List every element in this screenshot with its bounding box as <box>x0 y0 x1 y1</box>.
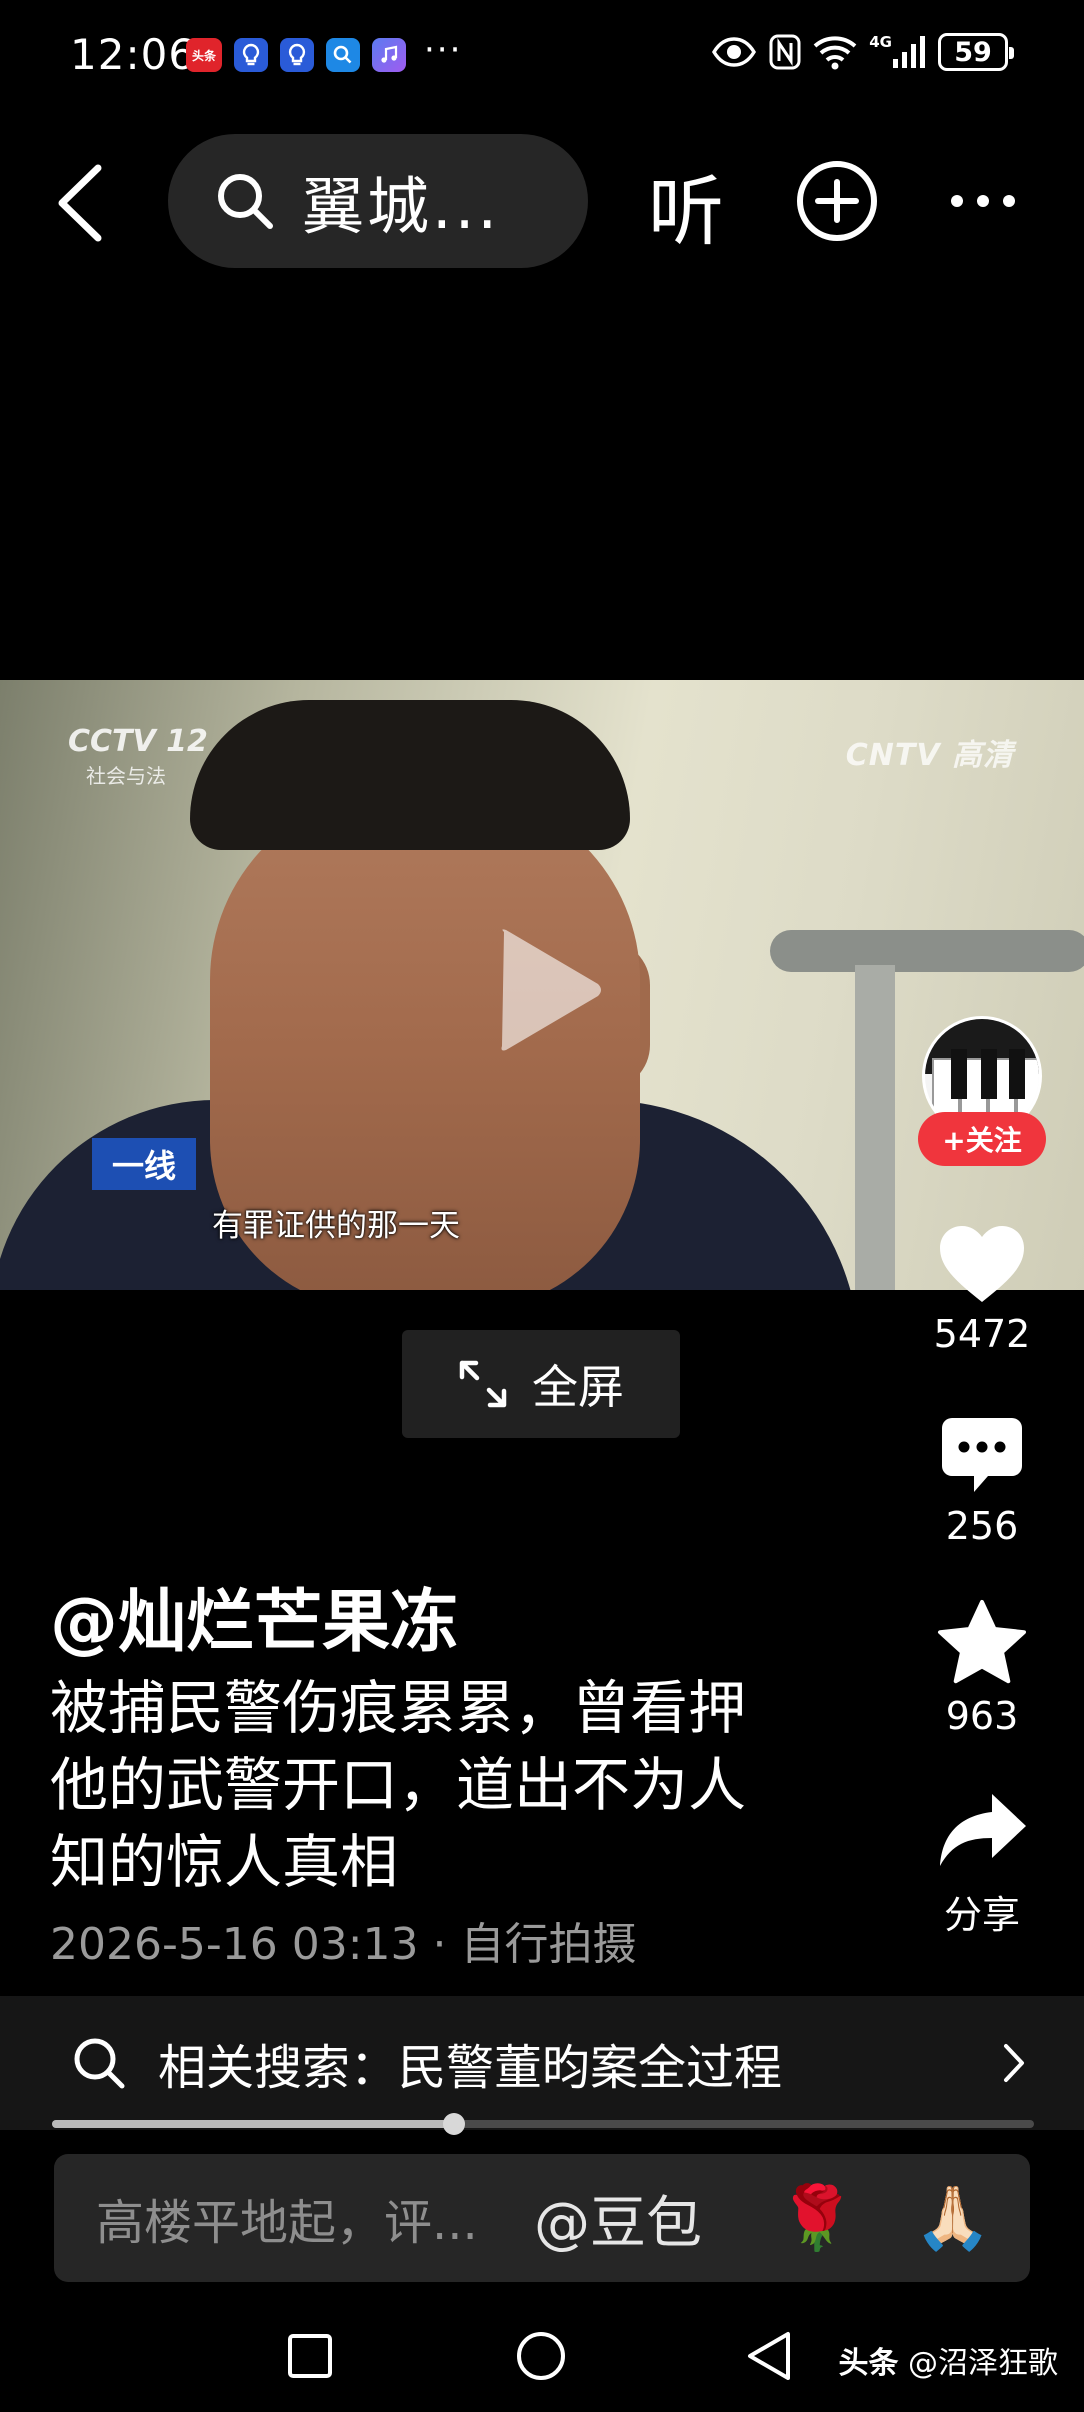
search-notification-icon <box>326 38 360 72</box>
watermark-handle: @沼泽狂歌 <box>908 2346 1058 2381</box>
post-meta: 2026-5-16 03:13 · 自行拍摄 <box>50 1919 637 1970</box>
expand-icon <box>459 1360 507 1408</box>
more-notifications-icon: ··· <box>424 30 463 70</box>
ellipsis-icon <box>951 195 1015 207</box>
search-icon <box>218 174 273 229</box>
notification-icons: 头条 <box>186 38 406 72</box>
rose-emoji-button[interactable]: 🌹 <box>778 2181 855 2255</box>
toutiao-watermark: 头条 @沼泽狂歌 <box>838 2338 1058 2382</box>
comment-button[interactable] <box>934 1408 1030 1504</box>
video-frame-hair <box>190 700 630 850</box>
watermark-brand: 头条 <box>838 2346 899 2381</box>
eye-icon <box>712 37 757 67</box>
video-frame-lamp-pole <box>855 965 895 1290</box>
author-name[interactable]: @灿烂芒果冻 <box>50 1566 458 1665</box>
triangle-back-icon <box>748 2332 790 2380</box>
search-icon <box>74 2038 125 2089</box>
nfc-icon <box>769 34 801 70</box>
video-progress-bar[interactable] <box>52 2113 1034 2135</box>
like-count: 5472 <box>933 1312 1031 1356</box>
comment-count: 256 <box>945 1504 1019 1548</box>
video-subtitle: 有罪证供的那一天 <box>212 1208 460 1244</box>
add-button[interactable] <box>794 158 880 244</box>
share-arrow-icon <box>940 1794 1026 1866</box>
square-icon <box>288 2334 332 2378</box>
play-button[interactable] <box>490 920 610 1060</box>
favorite-count: 963 <box>945 1694 1019 1738</box>
video-progress-fill <box>52 2120 453 2128</box>
follow-button[interactable]: +关注 <box>918 1112 1046 1166</box>
search-query-text: 翼城... <box>302 170 501 243</box>
star-icon <box>938 1600 1026 1684</box>
more-options-button[interactable] <box>948 176 1018 226</box>
video-progress-handle[interactable] <box>442 2113 465 2135</box>
plus-circle-icon <box>797 161 877 241</box>
favorite-button[interactable] <box>934 1596 1030 1692</box>
status-right-icons: 4G 59 <box>711 33 1014 71</box>
recent-apps-button[interactable] <box>282 2328 338 2384</box>
channel-logo: CCTV 12 <box>68 724 208 759</box>
comment-bubble-icon <box>942 1418 1022 1492</box>
program-tag: 一线 <box>92 1138 196 1190</box>
music-notification-icon <box>372 38 406 72</box>
chevron-left-icon <box>58 164 102 242</box>
mention-doubao-button[interactable]: @豆包 <box>534 2178 702 2259</box>
home-button[interactable] <box>513 2328 569 2384</box>
brand-watermark: CNTV 高清 <box>845 738 1014 773</box>
video-player[interactable]: CCTV 12 社会与法 CNTV 高清 一线 有罪证供的那一天 <box>0 680 1084 1290</box>
circle-icon <box>517 2332 565 2380</box>
like-button[interactable] <box>934 1218 1030 1314</box>
status-time: 12:06 <box>70 30 197 79</box>
heart-icon <box>940 1226 1024 1302</box>
post-caption: 被捕民警伤痕累累，曾看押他的武警开口，道出不为人知的惊人真相 <box>50 1674 747 1896</box>
channel-sub-logo: 社会与法 <box>86 764 166 788</box>
related-search-bar[interactable]: 相关搜索：民警董昀案全过程 <box>0 1996 1084 2130</box>
fullscreen-label: 全屏 <box>532 1360 624 1414</box>
toutiao-notification-icon: 头条 <box>186 38 222 72</box>
fullscreen-button[interactable]: 全屏 <box>402 1330 680 1438</box>
comment-input[interactable]: 高楼平地起，评... @豆包 🌹 🙏🏻 <box>54 2154 1030 2282</box>
video-frame-lamp <box>770 930 1084 972</box>
battery-indicator: 59 <box>938 33 1014 71</box>
status-bar: 12:06 头条 ··· 4G 59 <box>0 0 1084 110</box>
share-button[interactable] <box>934 1784 1030 1880</box>
wifi-icon <box>813 36 857 70</box>
search-bar[interactable]: 翼城... <box>168 134 588 268</box>
share-label: 分享 <box>943 1893 1020 1937</box>
related-search-text: 相关搜索：民警董昀案全过程 <box>158 2040 783 2096</box>
network-type-label: 4G <box>869 33 892 51</box>
signal-icon <box>893 36 925 68</box>
back-button[interactable] <box>50 158 110 248</box>
back-nav-button[interactable] <box>742 2328 798 2384</box>
chevron-right-icon <box>1004 2044 1024 2082</box>
play-icon <box>501 929 601 1051</box>
listen-button[interactable]: 听 <box>648 150 724 260</box>
comment-placeholder: 高楼平地起，评... <box>96 2195 478 2251</box>
bulb-notification-icon-2 <box>280 38 314 72</box>
bulb-notification-icon <box>234 38 268 72</box>
pray-emoji-button[interactable]: 🙏🏻 <box>914 2181 991 2255</box>
